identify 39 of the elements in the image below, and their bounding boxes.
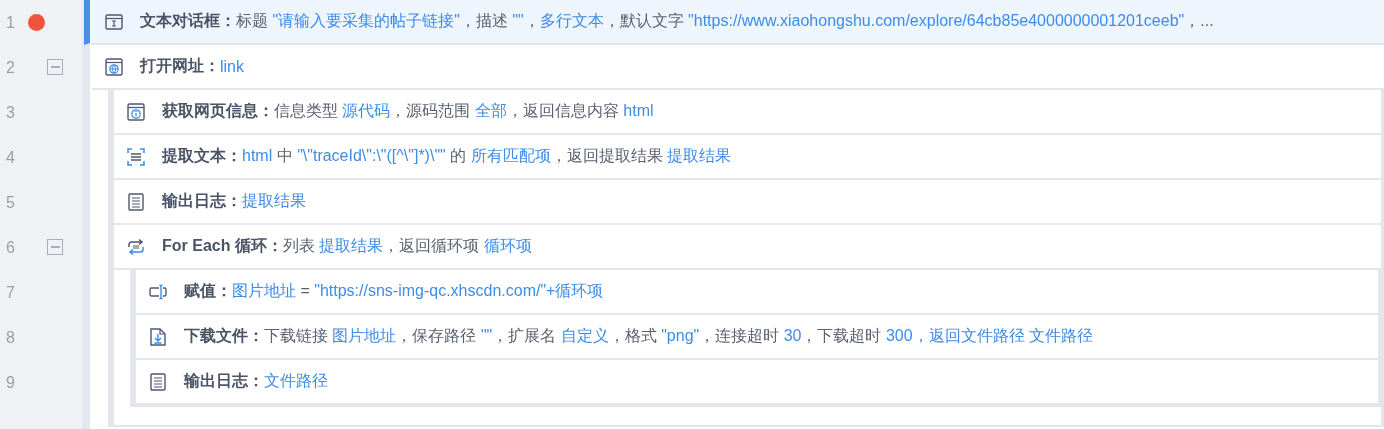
step-description: 信息类型 源代码，源码范围 全部，返回信息内容 html (274, 101, 654, 121)
document-icon (148, 371, 168, 392)
collapse-icon[interactable] (47, 59, 63, 75)
line-number: 4 (6, 148, 16, 167)
step-title: 提取文本： (162, 146, 242, 166)
step-description: 提取结果 (242, 191, 306, 211)
line-number: 7 (6, 283, 16, 302)
line-number: 9 (6, 373, 16, 392)
step-title: 打开网址： (140, 56, 220, 76)
step-title: For Each 循环： (162, 236, 283, 256)
line-number: 2 (6, 58, 16, 77)
step-description: 文件路径 (264, 371, 328, 391)
line-number: 5 (6, 193, 16, 212)
step-title: 赋值： (184, 281, 232, 301)
step-title: 下载文件： (184, 326, 264, 346)
text-field-icon (104, 11, 124, 32)
step-description: 下载链接 图片地址，保存路径 ""，扩展名 自定义，格式 "png"，连接超时 30，下载超时 300，返回文件路径 文件路径 (264, 326, 1094, 346)
globe-icon (104, 56, 124, 77)
line-number: 1 (6, 13, 16, 32)
step-title: 输出日志： (184, 371, 264, 391)
breakpoint-dot[interactable] (28, 14, 45, 31)
step-title: 获取网页信息： (162, 101, 274, 121)
step-title: 文本对话框： (140, 11, 236, 31)
collapse-icon[interactable] (47, 239, 63, 255)
step-description: link (220, 57, 244, 76)
line-number: 3 (6, 103, 16, 122)
info-icon (126, 101, 146, 122)
step-description: 图片地址 = "https://sns-img-qc.xhscdn.com/"+循环项 (232, 281, 604, 301)
document-icon (126, 191, 146, 212)
step-title: 输出日志： (162, 191, 242, 211)
download-icon (148, 326, 168, 347)
text-scan-icon (126, 146, 146, 167)
step-description: html 中 "\"traceId\":\"([^\"]*)\"" 的 所有匹配项，返回提取结果 提取结果 (242, 146, 732, 166)
line-number: 6 (6, 238, 16, 257)
step-description: 列表 提取结果，返回循环项 循环项 (282, 236, 532, 256)
line-number: 8 (6, 328, 16, 347)
loop-icon (126, 236, 146, 257)
step-row[interactable]: 文本对话框：标题 "请输入要采集的帖子链接"，描述 ""，多行文本，默认文字 "https://www.xiaohongshu.com/explore/64cb85e4000000001201ceeb"，... (84, 0, 1384, 45)
step-description: 标题 "请输入要采集的帖子链接"，描述 ""，多行文本，默认文字 "https://www.xiaohongshu.com/explore/64cb85e4000000001201ceeb"，... (236, 11, 1214, 31)
